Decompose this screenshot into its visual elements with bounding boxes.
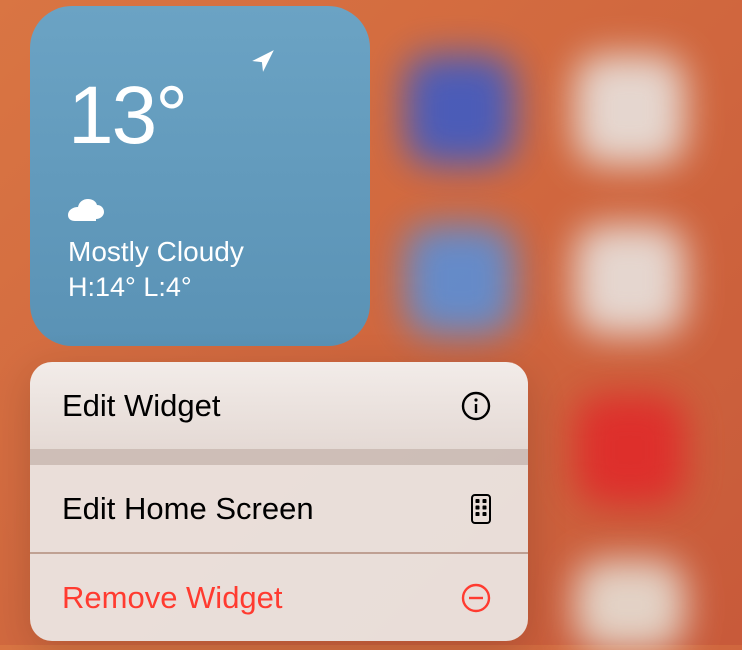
menu-divider [30,449,528,465]
cloud-icon [68,199,340,228]
info-circle-icon [460,390,492,422]
edit-widget-item[interactable]: Edit Widget [30,362,528,449]
bg-app-icon [405,55,515,165]
menu-item-label: Edit Widget [62,388,221,424]
location-arrow-icon [250,48,276,79]
minus-circle-icon [460,582,492,614]
bg-app-icon [575,55,685,165]
edit-home-screen-item[interactable]: Edit Home Screen [30,465,528,552]
bg-app-icon [575,225,685,335]
home-screen-icon [470,493,492,525]
widget-context-menu: Edit Widget Edit Home Screen Remove [30,362,528,641]
menu-item-label: Remove Widget [62,580,283,616]
weather-condition: Mostly Cloudy [68,236,340,268]
menu-item-label: Edit Home Screen [62,491,314,527]
remove-widget-item[interactable]: Remove Widget [30,554,528,641]
bg-app-icon [575,395,685,505]
temperature-value: 13° [68,75,340,157]
weather-high-low: H:14° L:4° [68,272,340,303]
bg-app-icon [405,225,515,335]
weather-widget[interactable]: 13° Mostly Cloudy H:14° L:4° [30,6,370,346]
bg-app-icon [575,560,685,650]
